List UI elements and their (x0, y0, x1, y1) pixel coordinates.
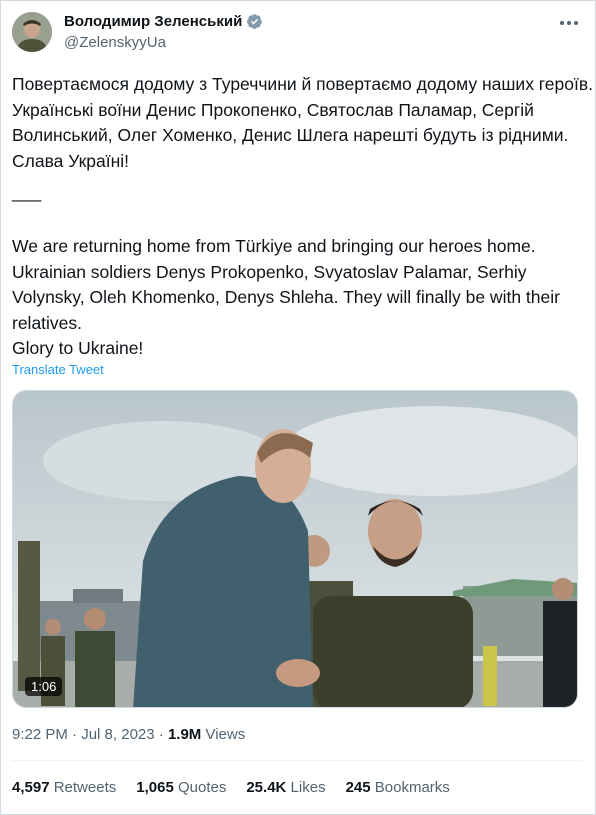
stat-count: 245 (345, 779, 371, 796)
tweet-line: Glory to Ukraine! (12, 338, 144, 358)
tweet-time[interactable]: 9:22 PM (12, 726, 68, 743)
verified-badge-icon (247, 14, 263, 29)
tweet-line: Ukrainian soldiers Denys Prokopenko, Svy… (12, 261, 527, 282)
tweet-meta: 9:22 PM · Jul 8, 2023 · 1.9M Views (12, 726, 245, 743)
tweet-date[interactable]: Jul 8, 2023 (81, 726, 154, 743)
stat-label: Retweets (53, 779, 117, 796)
stat-count: 25.4K (246, 779, 287, 796)
author-name-row[interactable]: Володимир Зеленський (64, 13, 263, 30)
views-count: 1.9M (167, 726, 202, 743)
author-name[interactable]: Володимир Зеленський (64, 13, 242, 30)
tweet-line: We are returning home from Türkiye and b… (12, 236, 536, 256)
more-options-button[interactable] (558, 14, 580, 32)
translate-tweet-link[interactable]: Translate Tweet (12, 362, 104, 377)
stat-retweets[interactable]: 4,597 Retweets (12, 779, 116, 796)
stat-label: Likes (290, 779, 326, 796)
divider (12, 760, 582, 761)
tweet-line: Volynsky, Oleh Khomenko, Denys Shleha. T… (12, 287, 560, 307)
more-dots-icon (560, 21, 578, 25)
author-handle[interactable]: @ZelenskyyUa (64, 34, 166, 51)
tweet-line: Волинський, Олег Хоменко, Денис Шлега на… (12, 125, 569, 145)
video-thumbnail (13, 391, 577, 707)
avatar[interactable] (12, 12, 52, 52)
meta-dot: · (72, 726, 78, 743)
stat-count: 4,597 (12, 779, 50, 796)
tweet-text-en: We are returning home from Türkiye and b… (12, 234, 582, 362)
stat-likes[interactable]: 25.4K Likes (246, 779, 325, 796)
stat-quotes[interactable]: 1,065 Quotes (136, 779, 226, 796)
tweet-line: Слава Україні! (12, 150, 130, 171)
stat-label: Quotes (177, 779, 227, 796)
tweet-separator: ___ (12, 182, 42, 202)
stat-count: 1,065 (136, 779, 174, 796)
stat-bookmarks[interactable]: 245 Bookmarks (346, 779, 450, 796)
tweet-line: relatives. (12, 312, 83, 333)
tweet-line: Українські воїни Денис Прокопенко, Свято… (12, 99, 534, 120)
engagement-stats: 4,597 Retweets 1,065 Quotes 25.4K Likes … (12, 779, 450, 796)
tweet-separator-block: ___ (12, 180, 582, 206)
video-duration-badge: 1:06 (25, 677, 63, 696)
tweet-line: Повертаємося додому з Туреччини й поверт… (12, 74, 594, 94)
stat-label: Bookmarks (374, 779, 450, 796)
meta-dot: · (158, 726, 164, 743)
tweet-text-uk: Повертаємося додому з Туреччини й поверт… (12, 72, 594, 174)
video-player[interactable] (12, 390, 578, 708)
views-label: Views (205, 726, 246, 743)
